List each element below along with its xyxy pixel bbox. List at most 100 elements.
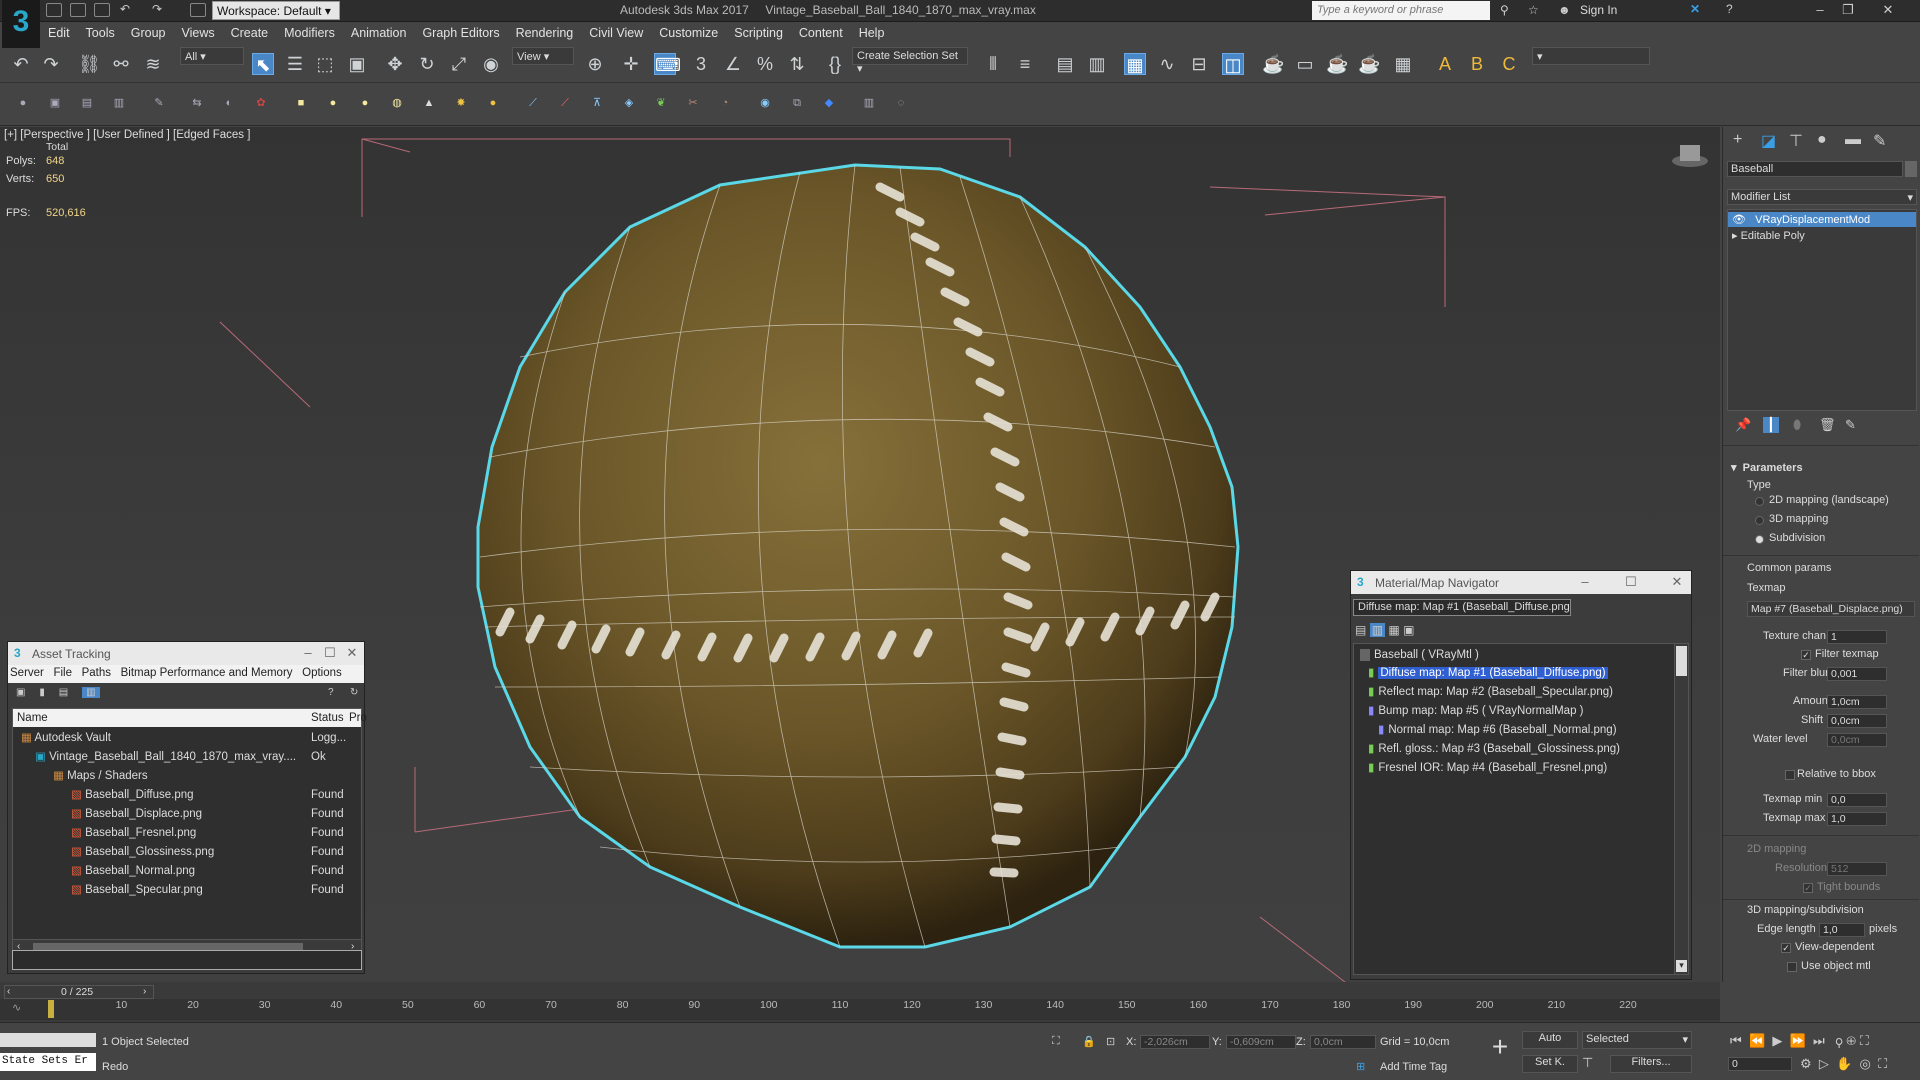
menu-scripting[interactable]: Scripting [726,22,791,40]
spinner-snap-icon[interactable]: ⇅ [786,53,808,75]
maxscript-listener[interactable] [0,1033,96,1047]
z-coord-field[interactable]: 0,0cm [1310,1035,1376,1049]
scroll-thumb[interactable] [1676,646,1687,676]
vray-object-icon[interactable]: ● [358,96,372,110]
orbit-icon[interactable]: ◎ [1860,1056,1871,1071]
restore-icon[interactable]: ❐ [1838,2,1858,18]
view-dependent-checkbox[interactable]: ✓ [1781,943,1791,953]
asset-path-field[interactable] [12,950,362,970]
time-tag-icon[interactable]: ⊞ [1356,1060,1365,1073]
curve-editor-icon[interactable]: ∿ [1156,53,1178,75]
stack-item-vray-displacement[interactable]: 👁 VRayDisplacementMod [1728,212,1916,227]
maximize-viewport-icon[interactable]: ⛶ [1878,1056,1887,1071]
vray-camera-icon[interactable]: ⟋ [526,96,540,110]
time-slider[interactable]: ‹ 0 / 225 › [4,985,154,999]
table-row[interactable]: ▧ Baseball_Diffuse.png [71,786,194,804]
vray-hair-icon[interactable]: ✂ [686,96,700,110]
absolute-mode-icon[interactable]: ⊡ [1106,1035,1115,1048]
filter-blur-spinner[interactable]: 0,001 [1827,667,1887,681]
object-color-swatch[interactable] [1905,161,1917,177]
undo-icon[interactable]: ↶ [10,53,32,75]
angle-snap-icon[interactable]: ∠ [722,53,744,75]
close-icon[interactable]: ✕ [1667,574,1687,590]
navigator-path-field[interactable]: Diffuse map: Map #1 (Baseball_Diffuse.pn… [1353,599,1571,616]
search-input[interactable]: Type a keyword or phrase [1312,1,1490,20]
snaps-toggle-icon[interactable]: 3 [690,53,712,75]
create-selection-set-dropdown[interactable]: Create Selection Set ▾ [852,47,968,75]
parameters-rollout[interactable]: ▾ Parameters [1731,461,1803,474]
set-key-filter-icon[interactable]: ⊤ [1582,1055,1604,1073]
vray-ambient-icon[interactable]: ✎ [152,96,166,110]
workspace-dropdown[interactable]: Workspace: Default ▾ [212,1,340,20]
curve-editor-mini-icon[interactable]: ∿ [12,1001,21,1014]
vray-leaf-icon[interactable]: ❦ [654,96,668,110]
menu-views[interactable]: Views [173,22,222,40]
vray-b-icon[interactable]: B [1466,53,1488,75]
vray-tree-icon[interactable]: ⊼ [590,96,604,110]
vray-disk-icon[interactable]: ◍ [390,96,404,110]
help-icon[interactable]: ? [328,687,334,698]
render-iterative-icon[interactable]: ☕ [1358,53,1380,75]
minimize-icon[interactable]: – [1575,574,1595,589]
utilities-tab-icon[interactable]: ✎ [1873,131,1886,151]
remove-modifier-icon[interactable]: 🗑 [1819,417,1836,433]
app-logo[interactable]: 3 [2,0,40,48]
key-mode-icon[interactable]: + [1484,1031,1516,1067]
undo-icon[interactable]: ↶ [120,2,130,16]
maximize-icon[interactable]: ☐ [1621,574,1641,590]
render-cloud-icon[interactable]: ▦ [1392,53,1414,75]
save-file-icon[interactable] [94,3,110,17]
tree-item-diffuse[interactable]: ▮ Diffuse map: Map #1 (Baseball_Diffuse.p… [1368,664,1608,682]
menu-civil-view[interactable]: Civil View [581,22,651,40]
modifier-list-dropdown[interactable]: Modifier List ▾ [1727,189,1917,205]
user-icon[interactable]: ☻ [1558,3,1571,17]
scene-explorer-icon[interactable]: ▤ [1054,53,1076,75]
time-slider-thumb[interactable] [48,1000,54,1018]
vray-convert-icon[interactable]: ⧉ [790,96,804,110]
close-icon[interactable]: ✕ [1878,2,1898,18]
help-icon[interactable]: ? [1726,2,1733,16]
rotate-icon[interactable]: ↻ [416,53,438,75]
render-production-icon[interactable]: ☕ [1326,53,1348,75]
table-row[interactable]: ▣ Vintage_Baseball_Ball_1840_1870_max_vr… [35,748,296,766]
detail-icon[interactable]: ▤ [59,687,68,698]
menu-help[interactable]: Help [851,22,893,40]
vray-options-icon[interactable]: ▥ [862,96,876,110]
col-pro[interactable]: Pro [349,709,367,727]
table-row[interactable]: ▧ Baseball_Fresnel.png [71,824,196,842]
menu-group[interactable]: Group [123,22,174,40]
next-frame-icon[interactable]: ⏩ [1790,1033,1806,1048]
table-row[interactable]: ▧ Baseball_Specular.png [71,881,203,899]
menu-customize[interactable]: Customize [651,22,726,40]
configure-sets-icon[interactable]: ✎ [1845,417,1856,433]
minimize-icon[interactable]: – [298,645,318,660]
water-level-spinner[interactable]: 0,0cm [1827,733,1887,747]
zoom-extents-icon[interactable]: ⛶ [1860,1033,1869,1048]
texmap-min-spinner[interactable]: 0,0 [1827,793,1887,807]
current-frame-field[interactable]: 0 [1728,1057,1792,1071]
make-unique-icon[interactable]: ⬮ [1793,417,1801,433]
viewcube[interactable] [1672,145,1708,167]
slider-right-icon[interactable]: › [143,986,146,997]
hierarchy-tab-icon[interactable]: ⊤ [1789,131,1803,151]
menu-modifiers[interactable]: Modifiers [276,22,343,40]
refresh-icon[interactable]: ↻ [350,687,358,698]
radio-3d-mapping[interactable] [1755,516,1764,525]
tree-item-fresnel[interactable]: ▮ Fresnel IOR: Map #4 (Baseball_Fresnel.p… [1368,759,1607,777]
eye-icon[interactable]: 👁 [1732,214,1746,226]
menu-animation[interactable]: Animation [343,22,415,40]
menu-graph-editors[interactable]: Graph Editors [414,22,507,40]
placement-icon[interactable]: ◉ [480,53,502,75]
table-view-icon[interactable]: ▥ [82,687,100,698]
select-object-icon[interactable]: ⬉ [252,53,274,75]
pan-icon[interactable]: ✋ [1836,1056,1852,1071]
vray-light-icon[interactable]: ▣ [48,96,62,110]
add-time-tag[interactable]: Add Time Tag [1380,1061,1447,1073]
auto-key-button[interactable]: Auto [1522,1031,1578,1049]
play-icon[interactable]: ▶ [1772,1033,1782,1048]
viewport-label[interactable]: [+] [Perspective ] [User Defined ] [Edge… [4,129,250,141]
bind-space-warp-icon[interactable]: ≋ [142,53,164,75]
lock-icon[interactable]: 🔒 [1082,1035,1096,1048]
view-detail-icon[interactable]: ▣ [1403,623,1414,637]
create-tab-icon[interactable]: + [1733,131,1742,149]
